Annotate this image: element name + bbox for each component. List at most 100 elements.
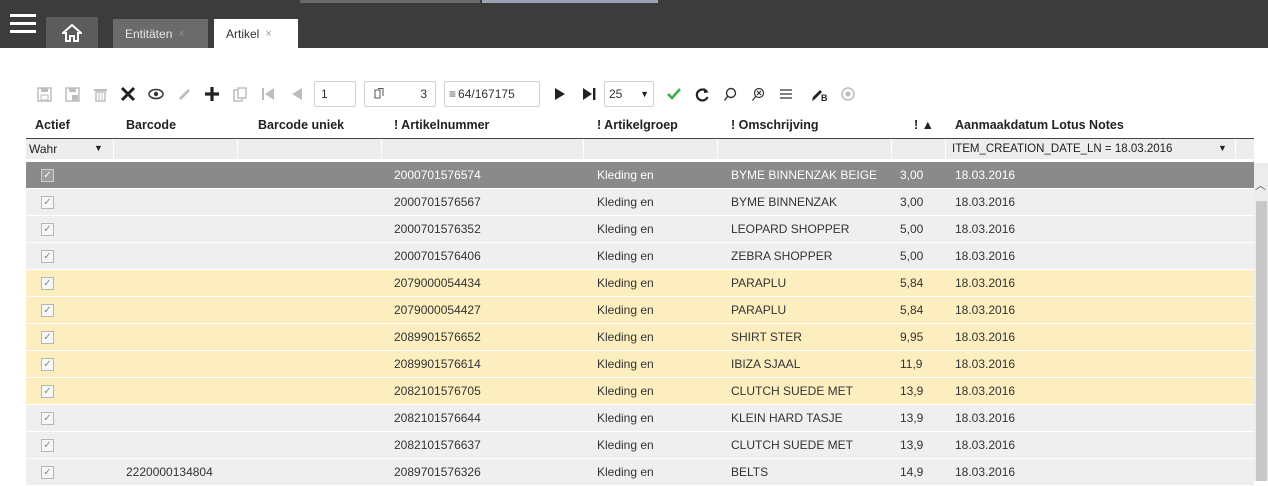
scrollbar-thumb[interactable]: [1256, 201, 1267, 481]
actief-checkbox[interactable]: ✓: [41, 439, 54, 452]
first-page-icon[interactable]: [254, 80, 282, 108]
cell-barcode: [126, 162, 246, 189]
view-icon[interactable]: [142, 80, 170, 108]
confirm-icon[interactable]: [660, 80, 688, 108]
actief-checkbox[interactable]: ✓: [41, 196, 54, 209]
chevron-down-icon: ▼: [1218, 143, 1227, 153]
save-as-icon[interactable]: [58, 80, 86, 108]
scroll-up-icon[interactable]: ︿: [1255, 177, 1266, 193]
column-header-prijs-sorted[interactable]: ! ▲: [914, 118, 934, 138]
copy-icon[interactable]: [226, 80, 254, 108]
filter-date-select[interactable]: ITEM_CREATION_DATE_LN = 18.03.2016 ▼: [946, 139, 1236, 159]
table-row[interactable]: ✓ 2220000134804 2089701576326 Kleding en BEL…: [26, 459, 1254, 486]
actief-checkbox[interactable]: ✓: [41, 169, 54, 182]
tab-artikel[interactable]: Artikel ×: [214, 19, 298, 48]
edit-icon[interactable]: [170, 80, 198, 108]
cell-artikelgroep: Kleding en: [597, 276, 654, 290]
filter-artikelgroep[interactable]: [584, 139, 718, 159]
home-button[interactable]: [46, 17, 98, 48]
table-row[interactable]: ✓ 2000701576574 Kleding en BYME BINNENZAK B…: [26, 162, 1254, 189]
cell-prijs: 3,00: [900, 168, 924, 182]
column-header-artikelnummer[interactable]: ! Artikelnummer: [394, 118, 489, 138]
cell-prijs: 5,00: [900, 222, 924, 236]
actief-checkbox[interactable]: ✓: [41, 250, 54, 263]
settings-icon[interactable]: [834, 80, 862, 108]
save-icon[interactable]: [30, 80, 58, 108]
actief-checkbox[interactable]: ✓: [41, 466, 54, 479]
table-row[interactable]: ✓ 2000701576406 Kleding en ZEBRA SHOPPER 5,0…: [26, 243, 1254, 270]
prev-page-icon[interactable]: [282, 80, 310, 108]
table-row[interactable]: ✓ 2000701576567 Kleding en BYME BINNENZAK 3,…: [26, 189, 1254, 216]
table-row[interactable]: ✓ 2082101576637 Kleding en CLUTCH SUEDE MET…: [26, 432, 1254, 459]
filter-prijs[interactable]: [892, 139, 946, 159]
top-accent-strip-2: [482, 0, 658, 3]
table-row[interactable]: ✓ 2079000054434 Kleding en PARAPLU 5,84 18.03…: [26, 270, 1254, 297]
filter-omschrijving[interactable]: [718, 139, 892, 159]
page-number-input[interactable]: 1: [314, 81, 356, 107]
record-counter-box: ≡ 64/167175: [444, 81, 540, 107]
cancel-icon[interactable]: [114, 80, 142, 108]
table-row[interactable]: ✓ 2079000054427 Kleding en PARAPLU 5,84 18.03…: [26, 297, 1254, 324]
cell-omschrijving: BYME BINNENZAK: [731, 195, 838, 209]
cell-datum: 18.03.2016: [955, 303, 1016, 317]
clear-search-icon[interactable]: [744, 80, 772, 108]
cell-datum: 18.03.2016: [955, 249, 1016, 263]
actief-checkbox[interactable]: ✓: [41, 385, 54, 398]
column-header-artikelgroep[interactable]: ! Artikelgroep: [597, 118, 678, 138]
cell-prijs: 3,00: [900, 195, 924, 209]
svg-text:B: B: [821, 93, 828, 102]
actief-checkbox[interactable]: ✓: [41, 412, 54, 425]
table-row[interactable]: ✓ 2089901576614 Kleding en IBIZA SJAAL 11,9 1…: [26, 351, 1254, 378]
actief-checkbox[interactable]: ✓: [41, 304, 54, 317]
cell-omschrijving: SHIRT STER: [731, 330, 802, 344]
cell-artikelgroep: Kleding en: [597, 438, 654, 452]
cell-omschrijving: PARAPLU: [731, 303, 787, 317]
chevron-down-icon: ▼: [94, 143, 103, 153]
cell-artikelnummer: 2089701576326: [394, 465, 481, 479]
refresh-icon[interactable]: [688, 80, 716, 108]
column-header-actief[interactable]: Actief: [35, 118, 70, 138]
column-header-omschrijving[interactable]: ! Omschrijving: [731, 118, 819, 138]
vertical-scrollbar[interactable]: ︿: [1254, 163, 1268, 481]
column-header-aanmaakdatum[interactable]: Aanmaakdatum Lotus Notes: [955, 118, 1124, 138]
table-row[interactable]: ✓ 2082101576644 Kleding en KLEIN HARD TASJE…: [26, 405, 1254, 432]
cell-prijs: 14,9: [900, 465, 924, 479]
last-page-icon[interactable]: [574, 80, 602, 108]
next-page-icon[interactable]: [546, 80, 574, 108]
cell-artikelgroep: Kleding en: [597, 303, 654, 317]
close-icon[interactable]: ×: [178, 28, 184, 40]
delete-icon[interactable]: [86, 80, 114, 108]
list-icon: ≡: [449, 87, 457, 101]
actief-checkbox[interactable]: ✓: [41, 358, 54, 371]
cell-omschrijving: CLUTCH SUEDE MET: [731, 384, 854, 398]
cell-omschrijving: BYME BINNENZAK BEIGE: [731, 168, 878, 182]
column-header-barcode-uniek[interactable]: Barcode uniek: [258, 118, 344, 138]
add-icon[interactable]: [198, 80, 226, 108]
page-size-value: 25: [609, 87, 623, 101]
filter-actief-select[interactable]: Wahr ▼: [26, 139, 114, 159]
cell-datum: 18.03.2016: [955, 465, 1016, 479]
column-list-icon[interactable]: [772, 80, 800, 108]
table-row[interactable]: ✓ 2082101576705 Kleding en CLUTCH SUEDE MET…: [26, 378, 1254, 405]
tab-entitaten[interactable]: Entitäten ×: [113, 19, 208, 48]
bulk-edit-icon[interactable]: B: [806, 80, 834, 108]
search-icon[interactable]: [716, 80, 744, 108]
cell-barcode: 2220000134804: [126, 465, 213, 479]
table-row[interactable]: ✓ 2000701576352 Kleding en LEOPARD SHOPPER 5…: [26, 216, 1254, 243]
actief-checkbox[interactable]: ✓: [41, 277, 54, 290]
filter-artikelnummer[interactable]: [382, 139, 584, 159]
actief-checkbox[interactable]: ✓: [41, 223, 54, 236]
column-header-barcode[interactable]: Barcode: [126, 118, 176, 138]
actief-checkbox[interactable]: ✓: [41, 331, 54, 344]
cell-datum: 18.03.2016: [955, 168, 1016, 182]
filter-barcode-uniek[interactable]: [238, 139, 382, 159]
filter-barcode[interactable]: [114, 139, 238, 159]
cell-artikelnummer: 2000701576574: [394, 168, 481, 182]
page-size-select[interactable]: 25 ▼: [604, 81, 654, 107]
table-row[interactable]: ✓ 2089901576652 Kleding en SHIRT STER 9,95 18…: [26, 324, 1254, 351]
close-icon[interactable]: ×: [265, 28, 271, 40]
cell-artikelgroep: Kleding en: [597, 330, 654, 344]
chevron-down-icon: ▼: [640, 89, 649, 99]
cell-datum: 18.03.2016: [955, 438, 1016, 452]
menu-icon[interactable]: [10, 12, 36, 36]
